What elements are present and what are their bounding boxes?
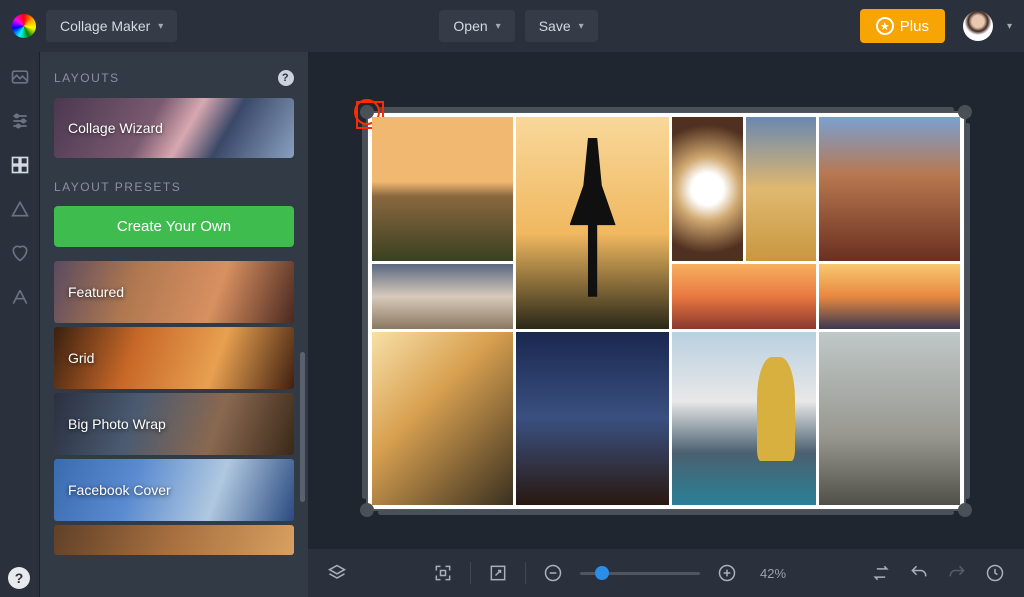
collage-wizard-card[interactable]: Collage Wizard xyxy=(54,98,294,158)
zoom-slider-thumb[interactable] xyxy=(595,566,609,580)
resize-handle-right[interactable] xyxy=(965,123,970,499)
main-area: LAYOUTS ? Collage Wizard LAYOUT PRESETS … xyxy=(0,52,1024,597)
expand-icon[interactable] xyxy=(487,562,509,584)
zoom-out-icon[interactable] xyxy=(542,562,564,584)
plus-label: Plus xyxy=(900,18,929,35)
app-logo-icon[interactable] xyxy=(12,14,36,38)
resize-handle-tr[interactable] xyxy=(958,105,972,119)
presets-header-row: LAYOUT PRESETS xyxy=(54,180,294,194)
preset-facebook-cover[interactable]: Facebook Cover xyxy=(54,459,294,521)
swap-icon[interactable] xyxy=(870,562,892,584)
collage-cell[interactable] xyxy=(819,117,960,261)
create-your-own-button[interactable]: Create Your Own xyxy=(54,206,294,247)
top-bar: Collage Maker ▾ Open ▾ Save ▾ ★ Plus ▾ xyxy=(0,0,1024,52)
app-mode-label: Collage Maker xyxy=(60,18,150,34)
resize-handle-left[interactable] xyxy=(362,123,367,499)
chevron-down-icon: ▾ xyxy=(496,21,501,32)
preset-label: Big Photo Wrap xyxy=(68,416,166,432)
resize-handle-bottom[interactable] xyxy=(378,510,954,515)
canvas-wrap xyxy=(308,52,1024,549)
help-icon[interactable]: ? xyxy=(278,70,294,86)
preset-label: Facebook Cover xyxy=(68,482,171,498)
collage-cell[interactable] xyxy=(372,332,513,505)
zoom-in-icon[interactable] xyxy=(716,562,738,584)
save-button[interactable]: Save ▾ xyxy=(525,10,598,42)
zoom-percent-label: 42% xyxy=(760,566,786,581)
user-avatar[interactable] xyxy=(963,11,993,41)
layouts-header-row: LAYOUTS ? xyxy=(54,70,294,86)
triangle-tool-icon[interactable] xyxy=(9,198,31,220)
plus-upgrade-button[interactable]: ★ Plus xyxy=(860,9,945,43)
preset-featured[interactable]: Featured xyxy=(54,261,294,323)
sliders-tool-icon[interactable] xyxy=(9,110,31,132)
star-icon: ★ xyxy=(876,17,894,35)
undo-icon[interactable] xyxy=(908,562,930,584)
collage-cell[interactable] xyxy=(672,117,742,261)
collage-cell[interactable] xyxy=(516,332,670,505)
collage-tool-icon[interactable] xyxy=(9,154,31,176)
create-your-own-label: Create Your Own xyxy=(117,218,231,235)
heart-tool-icon[interactable] xyxy=(9,242,31,264)
collage-cell[interactable] xyxy=(672,264,816,329)
preset-label: Featured xyxy=(68,284,124,300)
open-button[interactable]: Open ▾ xyxy=(439,10,514,42)
zoom-slider[interactable] xyxy=(580,572,700,575)
preset-list: Featured Grid Big Photo Wrap Facebook Co… xyxy=(54,261,294,555)
collage-cell[interactable] xyxy=(672,332,816,505)
text-tool-icon[interactable] xyxy=(9,286,31,308)
fit-screen-icon[interactable] xyxy=(432,562,454,584)
collage-cell[interactable] xyxy=(372,264,513,329)
collage-cell[interactable] xyxy=(819,264,960,329)
divider xyxy=(525,562,526,584)
collage-grid xyxy=(372,117,960,505)
collage-cell[interactable] xyxy=(746,117,816,261)
layers-icon[interactable] xyxy=(326,562,348,584)
tool-rail xyxy=(0,52,40,597)
collage-frame[interactable] xyxy=(366,111,966,511)
bottom-bar: 42% xyxy=(308,549,1024,597)
image-tool-icon[interactable] xyxy=(9,66,31,88)
presets-header: LAYOUT PRESETS xyxy=(54,180,181,194)
collage-wizard-label: Collage Wizard xyxy=(68,120,163,136)
preset-label: Grid xyxy=(68,350,94,366)
resize-handle-bl[interactable] xyxy=(360,503,374,517)
chevron-down-icon: ▾ xyxy=(158,21,163,32)
save-label: Save xyxy=(539,18,571,34)
chevron-down-icon: ▾ xyxy=(579,21,584,32)
open-label: Open xyxy=(453,18,487,34)
collage-cell[interactable] xyxy=(372,117,513,261)
redo-icon[interactable] xyxy=(946,562,968,584)
history-icon[interactable] xyxy=(984,562,1006,584)
canvas-area: 42% xyxy=(308,52,1024,597)
collage-cell[interactable] xyxy=(819,332,960,505)
layouts-sidebar: LAYOUTS ? Collage Wizard LAYOUT PRESETS … xyxy=(40,52,308,597)
collage-cell[interactable] xyxy=(516,117,670,329)
resize-handle-top[interactable] xyxy=(378,107,954,112)
chevron-down-icon[interactable]: ▾ xyxy=(1007,21,1012,32)
layouts-header: LAYOUTS xyxy=(54,71,120,85)
preset-grid[interactable]: Grid xyxy=(54,327,294,389)
app-mode-dropdown[interactable]: Collage Maker ▾ xyxy=(46,10,177,42)
sidebar-scrollbar[interactable] xyxy=(300,352,305,502)
resize-handle-br[interactable] xyxy=(958,503,972,517)
preset-big-photo-wrap[interactable]: Big Photo Wrap xyxy=(54,393,294,455)
global-help-icon[interactable]: ? xyxy=(8,567,30,589)
divider xyxy=(470,562,471,584)
preset-item[interactable] xyxy=(54,525,294,555)
